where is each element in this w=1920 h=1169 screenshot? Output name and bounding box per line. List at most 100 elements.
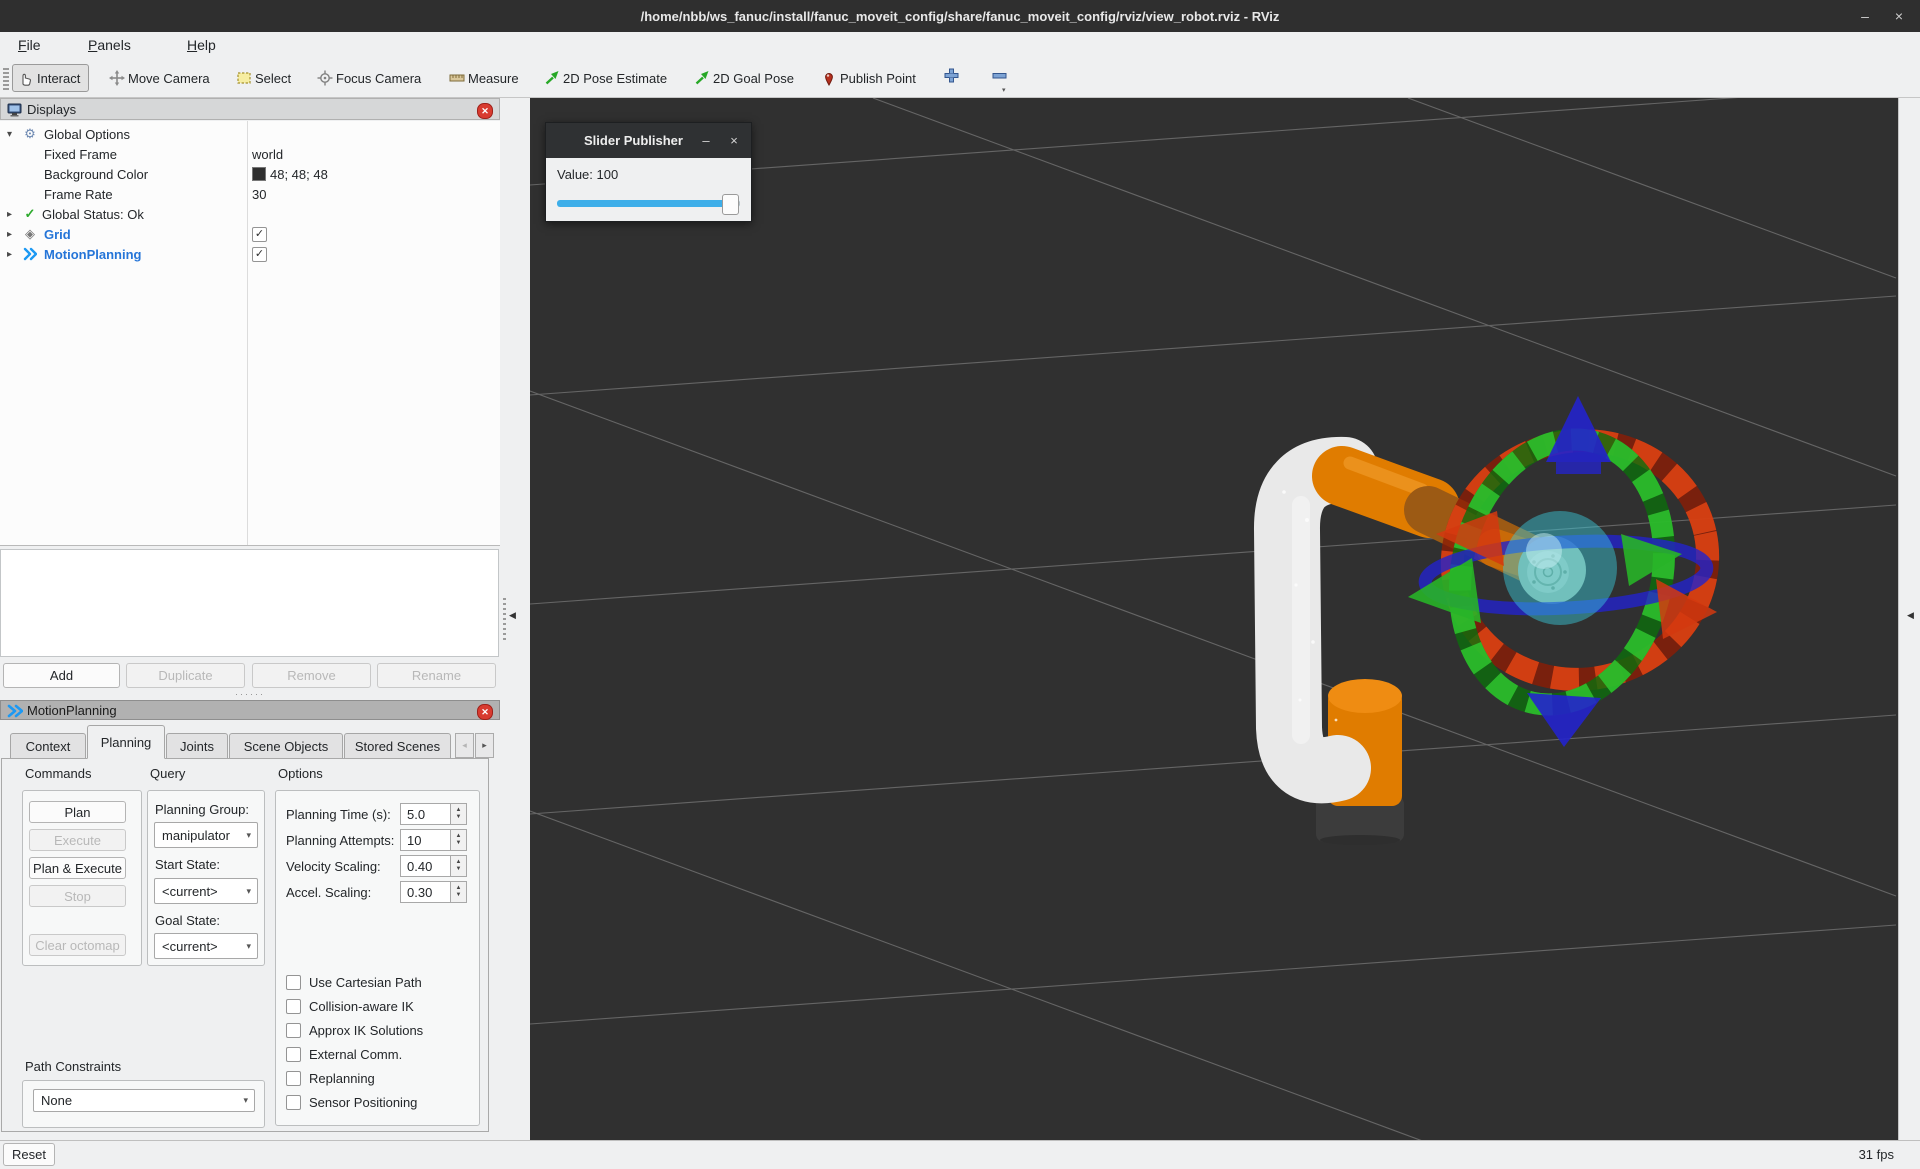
tab-stored-scenes[interactable]: Stored Scenes — [344, 733, 451, 759]
plan-and-execute-button[interactable]: Plan & Execute — [29, 857, 126, 879]
path-constraints-dropdown[interactable]: None ▾ — [33, 1089, 255, 1112]
spin-arrows-icon[interactable]: ▲▼ — [450, 881, 467, 903]
add-display-button[interactable]: Add — [3, 663, 120, 688]
tool-select[interactable]: Select — [235, 66, 291, 90]
tool-move-camera[interactable]: Move Camera — [108, 66, 210, 90]
expander-closed-icon[interactable]: ▸ — [7, 249, 12, 260]
menu-file[interactable]: File — [18, 37, 41, 53]
minimize-icon[interactable]: – — [695, 123, 717, 158]
collapse-right-icon[interactable]: ◀ — [1907, 610, 1914, 621]
tab-scroll-left-icon[interactable]: ◂ — [455, 733, 474, 758]
planning-group-dropdown[interactable]: manipulator ▾ — [154, 822, 258, 848]
motionplanning-panel-header[interactable]: MotionPlanning ✕ — [0, 700, 500, 720]
external-comm-checkbox[interactable] — [286, 1047, 301, 1062]
tool-2d-goal-pose[interactable]: 2D Goal Pose — [693, 66, 794, 90]
collision-aware-ik-checkbox[interactable] — [286, 999, 301, 1014]
rename-display-button[interactable]: Rename — [377, 663, 496, 688]
tool-measure[interactable]: Measure — [448, 66, 519, 90]
collapse-left-icon[interactable]: ◀ — [509, 610, 516, 621]
slider-handle[interactable] — [722, 194, 739, 215]
window-close-button[interactable]: × — [1884, 0, 1914, 32]
tree-row-global-options[interactable]: ▾ ⚙ Global Options — [0, 124, 500, 144]
window-minimize-button[interactable]: – — [1850, 0, 1880, 32]
tool-label: Focus Camera — [336, 71, 421, 86]
velocity-scaling-row: Velocity Scaling: 0.40 ▲▼ — [286, 855, 467, 877]
displays-tree: ▾ ⚙ Global Options Fixed Frame world Bac… — [0, 121, 500, 546]
close-icon[interactable]: ✕ — [477, 103, 493, 119]
frame-rate-value[interactable]: 30 — [252, 187, 266, 202]
menu-panels[interactable]: Panels — [88, 37, 131, 53]
use-cartesian-path-checkbox[interactable] — [286, 975, 301, 990]
plan-button[interactable]: Plan — [29, 801, 126, 823]
tool-interact[interactable]: Interact — [12, 64, 89, 92]
tree-row-background-color[interactable]: Background Color 48; 48; 48 — [0, 164, 500, 184]
clear-octomap-button[interactable]: Clear octomap — [29, 934, 126, 956]
tab-context[interactable]: Context — [10, 733, 86, 759]
tab-scroll-right-icon[interactable]: ▸ — [475, 733, 494, 758]
start-state-label: Start State: — [155, 857, 220, 872]
expander-closed-icon[interactable]: ▸ — [7, 209, 12, 220]
accel-scaling-spinbox[interactable]: 0.30 ▲▼ — [400, 881, 467, 903]
background-color-value[interactable]: 48; 48; 48 — [252, 167, 328, 182]
expander-open-icon[interactable]: ▾ — [7, 129, 12, 140]
displays-panel-header[interactable]: Displays ✕ — [0, 98, 500, 120]
3d-viewport[interactable]: Slider Publisher – × Value: 100 — [530, 98, 1898, 1140]
tree-row-fixed-frame[interactable]: Fixed Frame world — [0, 144, 500, 164]
checkbox-label: Use Cartesian Path — [309, 975, 422, 990]
tool-publish-point[interactable]: Publish Point — [820, 66, 916, 90]
velocity-scaling-spinbox[interactable]: 0.40 ▲▼ — [400, 855, 467, 877]
fixed-frame-value[interactable]: world — [252, 147, 283, 162]
close-icon[interactable]: × — [723, 123, 745, 158]
close-icon[interactable]: ✕ — [477, 704, 493, 720]
planning-time-spinbox[interactable]: 5.0 ▲▼ — [400, 803, 467, 825]
stop-button[interactable]: Stop — [29, 885, 126, 907]
start-state-dropdown[interactable]: <current> ▾ — [154, 878, 258, 904]
chevron-down-icon[interactable]: ▾ — [1002, 86, 1006, 94]
tool-focus-camera[interactable]: Focus Camera — [316, 66, 421, 90]
duplicate-display-button[interactable]: Duplicate — [126, 663, 245, 688]
add-tool-button[interactable] — [940, 66, 962, 88]
right-viewport-splitter[interactable]: ◀ — [1898, 98, 1920, 1140]
toolbar-drag-handle[interactable] — [3, 68, 9, 90]
spin-arrows-icon[interactable]: ▲▼ — [450, 829, 467, 851]
spin-value[interactable]: 0.30 — [400, 881, 450, 903]
motionplanning-enabled-checkbox[interactable]: ✓ — [252, 247, 267, 262]
spin-value[interactable]: 10 — [400, 829, 450, 851]
remove-display-button[interactable]: Remove — [252, 663, 371, 688]
map-pin-icon — [820, 70, 837, 87]
execute-button[interactable]: Execute — [29, 829, 126, 851]
path-constraints-label: Path Constraints — [25, 1059, 121, 1074]
rviz-window: /home/nbb/ws_fanuc/install/fanuc_moveit_… — [0, 0, 1920, 1169]
tree-row-grid[interactable]: ▸ ◈ Grid ✓ — [0, 224, 500, 244]
replanning-checkbox[interactable] — [286, 1071, 301, 1086]
tab-joints[interactable]: Joints — [166, 733, 228, 759]
menu-help[interactable]: Help — [187, 37, 216, 53]
goal-state-dropdown[interactable]: <current> ▾ — [154, 933, 258, 959]
planning-attempts-spinbox[interactable]: 10 ▲▼ — [400, 829, 467, 851]
slider-publisher-window[interactable]: Slider Publisher – × Value: 100 — [545, 122, 752, 222]
spin-value[interactable]: 5.0 — [400, 803, 450, 825]
tree-row-global-status[interactable]: ▸ ✓ Global Status: Ok — [0, 204, 500, 224]
spin-arrows-icon[interactable]: ▲▼ — [450, 803, 467, 825]
tree-row-motionplanning[interactable]: ▸ MotionPlanning ✓ — [0, 244, 500, 264]
tree-row-frame-rate[interactable]: Frame Rate 30 — [0, 184, 500, 204]
reset-button[interactable]: Reset — [3, 1143, 55, 1166]
row-label: Frame Rate — [44, 187, 113, 202]
tab-scene-objects[interactable]: Scene Objects — [229, 733, 343, 759]
value-slider[interactable] — [557, 200, 740, 207]
sensor-positioning-checkbox[interactable] — [286, 1095, 301, 1110]
tool-2d-pose-estimate[interactable]: 2D Pose Estimate — [543, 66, 667, 90]
row-label: Fixed Frame — [44, 147, 117, 162]
tab-planning[interactable]: Planning — [87, 725, 165, 759]
left-viewport-splitter[interactable]: ◀ — [500, 98, 530, 1140]
remove-tool-button[interactable] — [988, 66, 1010, 88]
approx-ik-solutions-checkbox[interactable] — [286, 1023, 301, 1038]
ruler-icon — [448, 70, 465, 87]
expander-closed-icon[interactable]: ▸ — [7, 229, 12, 240]
panel-splitter-handle[interactable]: ······ — [0, 690, 500, 698]
spin-value[interactable]: 0.40 — [400, 855, 450, 877]
end-effector-sphere[interactable] — [1503, 511, 1617, 625]
grid-enabled-checkbox[interactable]: ✓ — [252, 227, 267, 242]
slider-window-titlebar[interactable]: Slider Publisher – × — [546, 123, 751, 158]
spin-arrows-icon[interactable]: ▲▼ — [450, 855, 467, 877]
